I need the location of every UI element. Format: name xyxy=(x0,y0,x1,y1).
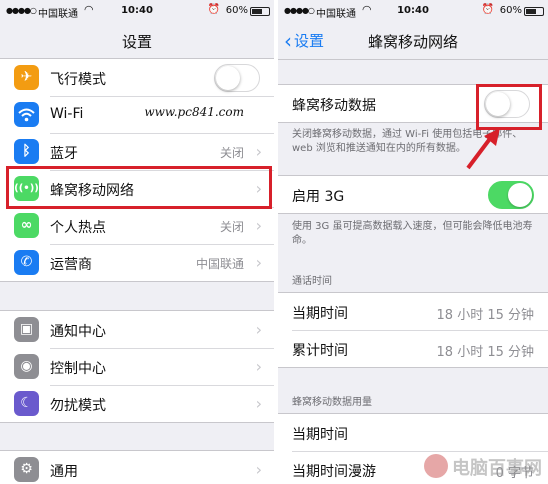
row-label: 控制中心 xyxy=(50,361,106,377)
settings-row-general[interactable]: ⚙ 通用 › xyxy=(0,451,274,484)
enable-3g-toggle[interactable] xyxy=(488,181,534,209)
battery-percent: 60% xyxy=(225,5,248,16)
chevron-right-icon: › xyxy=(255,357,262,376)
settings-row-do-not-disturb[interactable]: ☾ 勿扰模式 › xyxy=(0,385,274,422)
chevron-right-icon: › xyxy=(255,460,262,479)
battery-icon xyxy=(524,7,544,16)
row-label: 运营商 xyxy=(50,257,92,273)
settings-row-control-center[interactable]: ◉ 控制中心 › xyxy=(0,348,274,385)
chevron-right-icon: › xyxy=(255,142,262,161)
alarm-icon: ⏰ xyxy=(481,4,494,15)
row-label: Wi-Fi xyxy=(50,106,84,122)
chevron-right-icon: › xyxy=(255,216,262,235)
settings-row-wifi[interactable]: Wi-Fi www.pc841.com xyxy=(0,96,274,133)
settings-group-general: ⚙ 通用 › xyxy=(0,450,274,484)
watermark: 电脑百事网 xyxy=(424,454,542,480)
enable-3g-footnote: 使用 3G 虽可提高数据载入速度，但可能会降低电池寿命。 xyxy=(292,221,533,246)
battery-icon xyxy=(250,7,270,16)
notification-center-icon: ▣ xyxy=(14,317,39,342)
toggle-knob xyxy=(216,66,240,90)
phone-icon: ✆ xyxy=(14,250,39,275)
battery-percent: 60% xyxy=(499,5,522,16)
hotspot-icon: ∞ xyxy=(14,213,39,238)
cellular-screen: ●●●●○ 中国联通 ◠ 10:40 ⏰ 60% ‹ 设置 蜂窝移动网络 蜂窝移动… xyxy=(278,0,548,484)
status-bar: ●●●●○ 中国联通 ◠ 10:40 ⏰ 60% xyxy=(0,0,274,22)
highlight-cellular-toggle xyxy=(476,84,542,130)
row-label: 当期时间 xyxy=(292,306,348,322)
settings-row-hotspot[interactable]: ∞ 个人热点 关闭 › xyxy=(0,207,274,244)
row-label: 通知中心 xyxy=(50,324,106,340)
section-header-call-time: 通话时间 xyxy=(292,276,332,287)
nav-bar: 设置 xyxy=(0,22,274,60)
call-time-row: 累计时间 18 小时 15 分钟 xyxy=(278,330,548,367)
highlight-cellular-row xyxy=(6,166,272,209)
row-label: 当期时间漫游 xyxy=(292,464,376,480)
wifi-network-name: www.pc841.com xyxy=(144,105,244,119)
settings-group-system: ▣ 通知中心 › ◉ 控制中心 › ☾ 勿扰模式 › xyxy=(0,310,274,423)
section-header-data-usage: 蜂窝移动数据用量 xyxy=(292,397,372,408)
hotspot-status: 关闭 xyxy=(219,220,244,234)
row-label: 当期时间 xyxy=(292,427,348,443)
settings-screen: ●●●●○ 中国联通 ◠ 10:40 ⏰ 60% 设置 ✈ 飞行模式 Wi-Fi… xyxy=(0,0,274,484)
row-label: 累计时间 xyxy=(292,343,348,359)
settings-row-bluetooth[interactable]: ᛒ 蓝牙 关闭 › xyxy=(0,133,274,170)
page-title: 设置 xyxy=(121,33,152,51)
watermark-logo-icon xyxy=(424,454,448,478)
row-label: 飞行模式 xyxy=(50,72,106,88)
bluetooth-icon: ᛒ xyxy=(14,139,39,164)
bluetooth-status: 关闭 xyxy=(219,146,244,160)
airplane-toggle[interactable] xyxy=(214,64,260,92)
settings-row-carrier[interactable]: ✆ 运营商 中国联通 › xyxy=(0,244,274,281)
row-label: 勿扰模式 xyxy=(50,398,106,414)
status-bar: ●●●●○ 中国联通 ◠ 10:40 ⏰ 60% xyxy=(278,0,548,22)
alarm-icon: ⏰ xyxy=(207,4,220,15)
control-center-icon: ◉ xyxy=(14,354,39,379)
row-label: 蜂窝移动数据 xyxy=(292,98,376,114)
nav-bar: ‹ 设置 蜂窝移动网络 xyxy=(278,22,548,60)
enable-3g-row[interactable]: 启用 3G xyxy=(278,176,548,213)
red-arrow-icon xyxy=(466,128,500,170)
moon-icon: ☾ xyxy=(14,391,39,416)
row-label: 蓝牙 xyxy=(50,146,78,162)
row-label: 通用 xyxy=(50,464,78,480)
row-label: 启用 3G xyxy=(292,189,345,205)
chevron-right-icon: › xyxy=(255,394,262,413)
row-value: 18 小时 15 分钟 xyxy=(436,308,534,323)
chevron-right-icon: › xyxy=(255,253,262,272)
data-usage-row: 当期时间 xyxy=(278,414,548,451)
settings-row-airplane[interactable]: ✈ 飞行模式 xyxy=(0,59,274,96)
call-time-row: 当期时间 18 小时 15 分钟 xyxy=(278,293,548,330)
wifi-icon xyxy=(14,102,39,127)
enable-3g-group: 启用 3G xyxy=(278,175,548,214)
carrier-value: 中国联通 xyxy=(195,257,244,271)
page-title: 蜂窝移动网络 xyxy=(367,33,458,51)
chevron-right-icon: › xyxy=(255,320,262,339)
gear-icon: ⚙ xyxy=(14,457,39,482)
settings-row-notification-center[interactable]: ▣ 通知中心 › xyxy=(0,311,274,348)
toggle-knob xyxy=(508,183,532,207)
row-value: 18 小时 15 分钟 xyxy=(436,345,534,360)
airplane-icon: ✈ xyxy=(14,65,39,90)
call-time-group: 当期时间 18 小时 15 分钟 累计时间 18 小时 15 分钟 xyxy=(278,292,548,368)
row-label: 个人热点 xyxy=(50,220,106,236)
